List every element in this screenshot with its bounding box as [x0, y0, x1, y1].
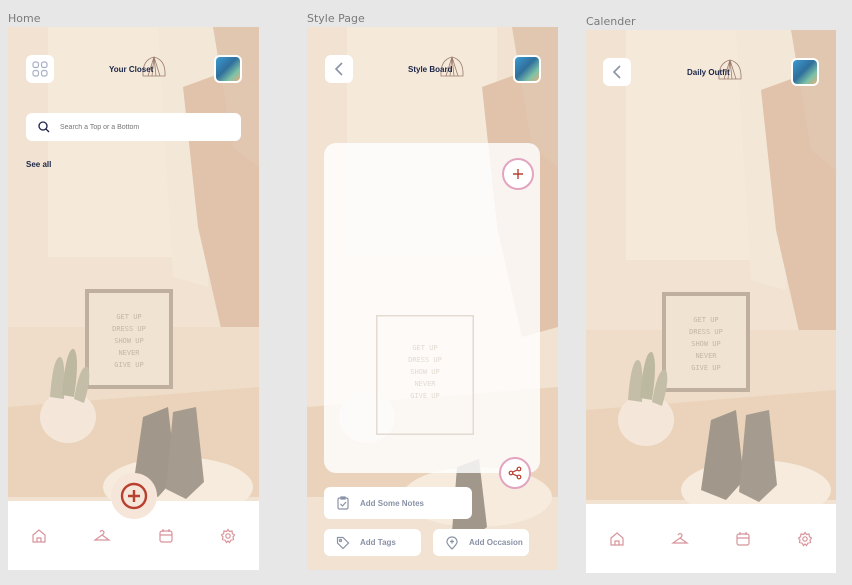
clipboard-check-icon	[337, 496, 349, 510]
tag-icon	[336, 536, 350, 549]
settings-icon[interactable]	[220, 527, 236, 544]
frame-label-home: Home	[8, 12, 41, 25]
chevron-left-icon	[334, 62, 343, 76]
page-title: Style Board	[408, 65, 453, 74]
share-icon	[508, 466, 522, 480]
add-to-board-button[interactable]	[502, 158, 534, 190]
settings-icon[interactable]	[797, 530, 813, 547]
calendar-icon[interactable]	[158, 528, 174, 544]
plus-icon	[513, 169, 523, 179]
chevron-left-icon	[612, 65, 621, 79]
home-icon[interactable]	[609, 531, 625, 547]
search-bar[interactable]	[26, 113, 241, 141]
share-button[interactable]	[499, 457, 531, 489]
page-title: Your Closet	[109, 65, 154, 74]
avatar[interactable]	[791, 58, 819, 86]
hanger-icon[interactable]	[93, 529, 112, 543]
avatar[interactable]	[214, 55, 242, 83]
add-tags-label: Add Tags	[360, 538, 396, 547]
calendar-screen: GET UP DRESS UP SHOW UP NEVER GIVE UP Da…	[586, 30, 836, 573]
frame-label-calendar: Calender	[586, 15, 636, 28]
bottom-tab-bar	[586, 504, 836, 573]
back-button[interactable]	[325, 55, 353, 83]
faded-letter-board: GET UP DRESS UP SHOW UP NEVER GIVE UP	[376, 315, 474, 435]
search-icon	[38, 121, 50, 133]
frame-label-style: Style Page	[307, 12, 365, 25]
add-occasion-button[interactable]: Add Occasion	[433, 529, 529, 556]
style-board-canvas[interactable]: GET UP DRESS UP SHOW UP NEVER GIVE UP	[324, 143, 540, 473]
menu-grid-button[interactable]	[26, 55, 54, 83]
svg-text:DRESS UP: DRESS UP	[408, 356, 442, 364]
svg-text:SHOW UP: SHOW UP	[410, 368, 440, 376]
plus-circle-icon	[120, 482, 148, 510]
hanger-icon[interactable]	[671, 532, 689, 546]
avatar[interactable]	[513, 55, 541, 83]
add-occasion-label: Add Occasion	[469, 538, 523, 547]
grid-icon	[32, 61, 48, 77]
style-screen: Style Board GET UP DRESS UP SHOW UP NEVE…	[307, 27, 558, 570]
svg-text:GIVE UP: GIVE UP	[410, 392, 440, 400]
svg-text:GET UP: GET UP	[412, 344, 437, 352]
add-notes-button[interactable]: Add Some Notes	[324, 487, 472, 519]
add-notes-label: Add Some Notes	[360, 498, 425, 508]
calendar-icon[interactable]	[735, 531, 751, 547]
back-button[interactable]	[603, 58, 631, 86]
location-plus-icon	[446, 535, 458, 550]
search-input[interactable]	[60, 123, 210, 131]
home-icon[interactable]	[31, 528, 47, 544]
home-screen: GET UP DRESS UP SHOW UP NEVER GIVE UP Yo…	[8, 27, 259, 570]
svg-text:NEVER: NEVER	[414, 380, 436, 388]
add-item-button[interactable]	[111, 473, 157, 519]
page-title: Daily Outfit	[687, 68, 730, 77]
add-tags-button[interactable]: Add Tags	[324, 529, 421, 556]
see-all-link[interactable]: See all	[26, 160, 51, 169]
